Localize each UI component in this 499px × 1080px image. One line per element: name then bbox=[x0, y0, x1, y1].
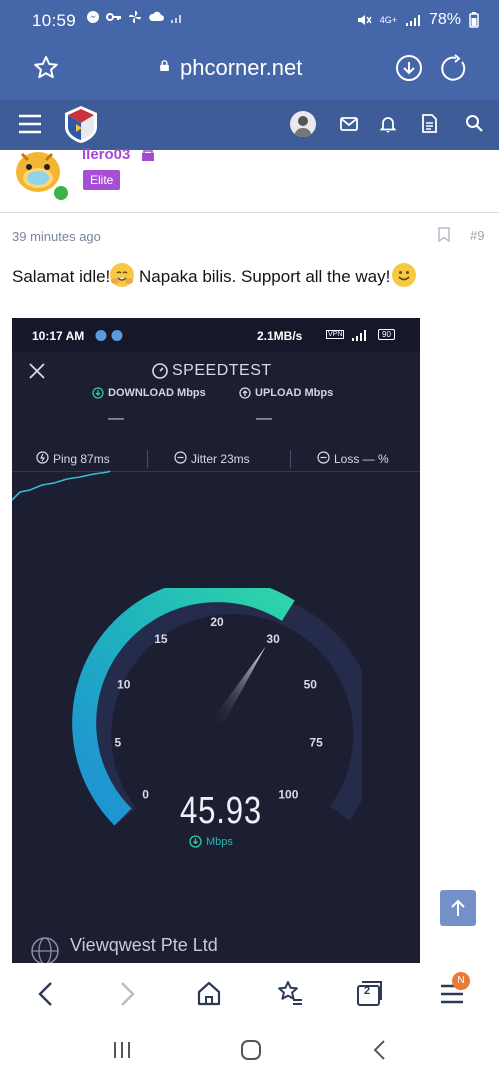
post-message: Salamat idle! Napaka bilis. Support all … bbox=[12, 263, 417, 287]
speed-reading: 45.93 bbox=[180, 790, 263, 832]
back-icon[interactable] bbox=[36, 981, 56, 1007]
loss-icon bbox=[317, 451, 330, 464]
smiley-emoji-icon bbox=[392, 263, 417, 287]
messenger-icon bbox=[87, 11, 99, 23]
gauge-needle bbox=[211, 646, 266, 727]
gauge-tick-label: 0 bbox=[142, 787, 149, 801]
download-arrow-icon bbox=[92, 387, 104, 399]
status-time: 10:59 bbox=[32, 11, 77, 30]
ping-graph-line bbox=[12, 470, 111, 501]
mute-icon bbox=[357, 15, 372, 25]
key-icon bbox=[106, 13, 121, 21]
ping-icon bbox=[36, 451, 49, 464]
gauge-tick-label: 30 bbox=[266, 632, 280, 646]
metric-divider bbox=[147, 450, 148, 468]
jitter-value: Jitter 23ms bbox=[191, 452, 250, 466]
avatar[interactable] bbox=[290, 111, 316, 137]
forum-nav-bar bbox=[0, 100, 499, 150]
image-signal-icon bbox=[352, 330, 366, 341]
gauge-tick-label: 100 bbox=[278, 787, 298, 801]
badge-icon bbox=[142, 150, 154, 161]
download-label: DOWNLOAD Mbps bbox=[108, 387, 206, 399]
search-icon[interactable] bbox=[465, 114, 483, 132]
home-icon[interactable] bbox=[196, 980, 222, 1006]
image-status-time: 10:17 AM bbox=[32, 329, 85, 343]
ping-value: Ping 87ms bbox=[53, 452, 110, 466]
image-status-bar: 10:17 AM 2.1MB/s VPN 90 bbox=[12, 318, 420, 352]
arrow-up-icon bbox=[451, 899, 465, 916]
status-right-icons: 4G+ 78% bbox=[356, 11, 479, 29]
gauge-tick-label: 20 bbox=[210, 615, 224, 629]
poster-avatar[interactable] bbox=[12, 148, 70, 202]
bookmark-icon[interactable] bbox=[438, 227, 450, 242]
bookmarks-icon[interactable] bbox=[276, 979, 304, 1007]
image-status-speed: 2.1MB/s bbox=[257, 329, 303, 343]
image-battery: 90 bbox=[378, 329, 395, 340]
metric-divider bbox=[290, 450, 291, 468]
upload-arrow-icon bbox=[239, 387, 251, 399]
close-icon bbox=[29, 363, 45, 379]
home-button-icon[interactable] bbox=[240, 1039, 262, 1061]
gauge-tick-label: 10 bbox=[117, 677, 131, 691]
menu-icon[interactable] bbox=[19, 114, 41, 134]
forward-icon[interactable] bbox=[117, 981, 137, 1007]
user-rank-badge: Elite bbox=[83, 170, 121, 190]
poster-username[interactable]: llero03 bbox=[82, 146, 130, 163]
reload-icon[interactable] bbox=[440, 54, 468, 82]
cloud-icon bbox=[149, 11, 164, 21]
online-indicator bbox=[52, 184, 70, 202]
speedtest-title: SPEEDTEST bbox=[172, 362, 272, 379]
globe-icon bbox=[31, 937, 59, 965]
download-value: — bbox=[108, 410, 124, 427]
mail-icon[interactable] bbox=[340, 116, 358, 132]
url-text[interactable]: phcorner.net bbox=[180, 55, 302, 81]
attached-speedtest-image[interactable]: 10:17 AM 2.1MB/s VPN 90 SPEEDTEST DOWNLO… bbox=[12, 318, 420, 968]
document-icon[interactable] bbox=[422, 114, 437, 133]
battery-icon bbox=[469, 12, 479, 28]
signal-off-icon bbox=[171, 15, 181, 23]
signal-icon bbox=[405, 15, 420, 26]
gauge-tick-label: 50 bbox=[304, 677, 318, 691]
jitter-icon bbox=[174, 451, 187, 464]
status-left-icons bbox=[86, 10, 184, 24]
upload-value: — bbox=[256, 410, 272, 427]
gauge-tick-label: 15 bbox=[154, 632, 168, 646]
post-number[interactable]: #9 bbox=[470, 228, 484, 243]
image-status-icons bbox=[95, 330, 123, 341]
post-user-block bbox=[0, 150, 499, 213]
browser-bottom-toolbar bbox=[0, 963, 499, 1023]
bookmark-star-icon[interactable] bbox=[32, 54, 60, 82]
speed-unit: Mbps bbox=[206, 836, 233, 848]
loss-value: Loss — % bbox=[334, 452, 389, 466]
site-logo[interactable] bbox=[62, 104, 100, 144]
back-button-icon[interactable] bbox=[372, 1039, 388, 1061]
bell-icon[interactable] bbox=[380, 115, 396, 133]
system-nav-bar bbox=[0, 1023, 499, 1080]
upload-label: UPLOAD Mbps bbox=[255, 387, 334, 399]
isp-name: Viewqwest Pte Ltd bbox=[70, 935, 218, 955]
speedtest-logo-icon bbox=[152, 363, 168, 379]
recent-apps-icon[interactable] bbox=[112, 1040, 132, 1060]
post-text-part2: Napaka bilis. Support all the way! bbox=[134, 267, 391, 286]
hugging-face-emoji-icon bbox=[110, 263, 135, 287]
image-status-vpn: VPN bbox=[326, 330, 345, 339]
post-text-part1: Salamat idle! bbox=[12, 267, 111, 286]
lock-icon bbox=[160, 60, 169, 71]
gauge-tick-label: 5 bbox=[115, 736, 122, 750]
browser-top-bar: 10:59 4G+ 78% phcorner.net bbox=[0, 0, 499, 100]
pinwheel-icon bbox=[129, 11, 141, 23]
user-avatar-icon bbox=[294, 116, 312, 137]
scroll-to-top-button[interactable] bbox=[440, 890, 476, 926]
battery-percent: 78% bbox=[428, 11, 461, 28]
gauge-tick-label: 75 bbox=[309, 736, 323, 750]
tab-count: 2 bbox=[364, 985, 371, 997]
download-unit-icon bbox=[189, 835, 202, 848]
download-icon[interactable] bbox=[395, 54, 423, 82]
post-timestamp[interactable]: 39 minutes ago bbox=[12, 229, 101, 244]
network-type: 4G+ bbox=[379, 14, 397, 25]
menu-notification-badge: N bbox=[452, 972, 470, 990]
